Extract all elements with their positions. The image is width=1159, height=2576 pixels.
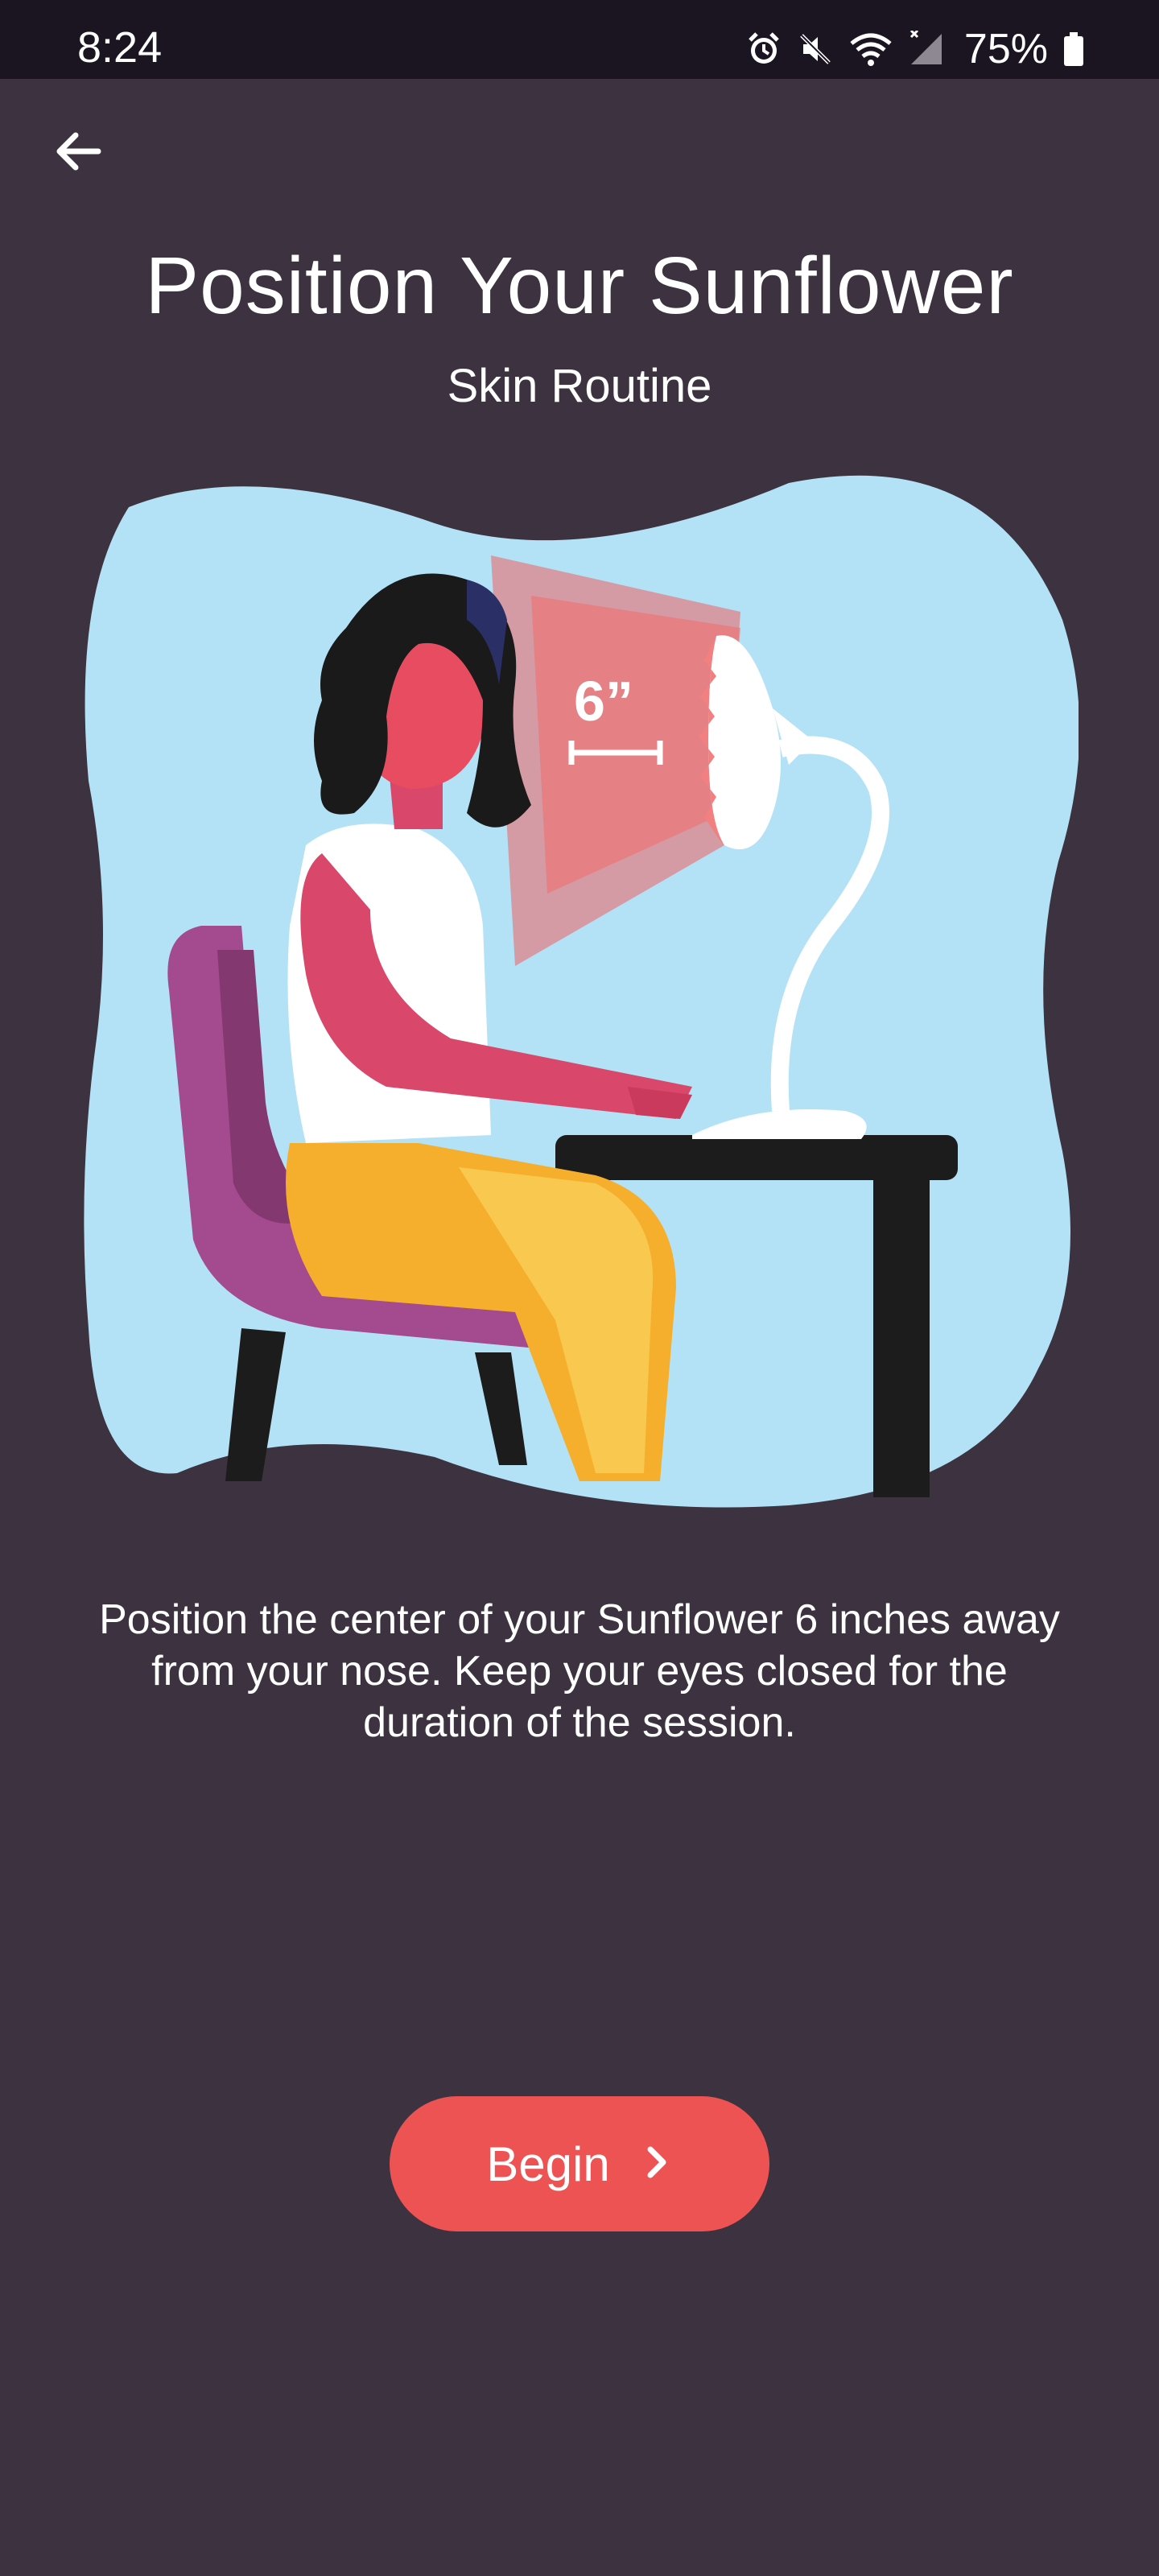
mute-icon [797,31,834,68]
status-bar: 8:24 75% [0,0,1159,79]
begin-button-label: Begin [486,2136,610,2191]
page-subtitle: Skin Routine [447,360,712,412]
battery-icon [1062,31,1085,68]
sunflower-position-illustration: 6” [80,475,1079,1513]
status-time: 8:24 [77,23,163,72]
chevron-right-icon [641,2143,673,2186]
wifi-icon [848,31,893,68]
battery-percent: 75% [963,26,1048,72]
back-button[interactable] [45,121,109,185]
distance-label: 6” [574,670,633,733]
status-icons: 75% [745,21,1085,77]
page-title: Position Your Sunflower [145,241,1014,331]
desk [555,1135,958,1180]
begin-button[interactable]: Begin [390,2096,769,2231]
signal-icon [908,31,945,68]
instructions-text: Position the center of your Sunflower 6 … [99,1596,1060,1746]
arrow-left-icon [52,126,103,181]
alarm-icon [745,31,782,68]
